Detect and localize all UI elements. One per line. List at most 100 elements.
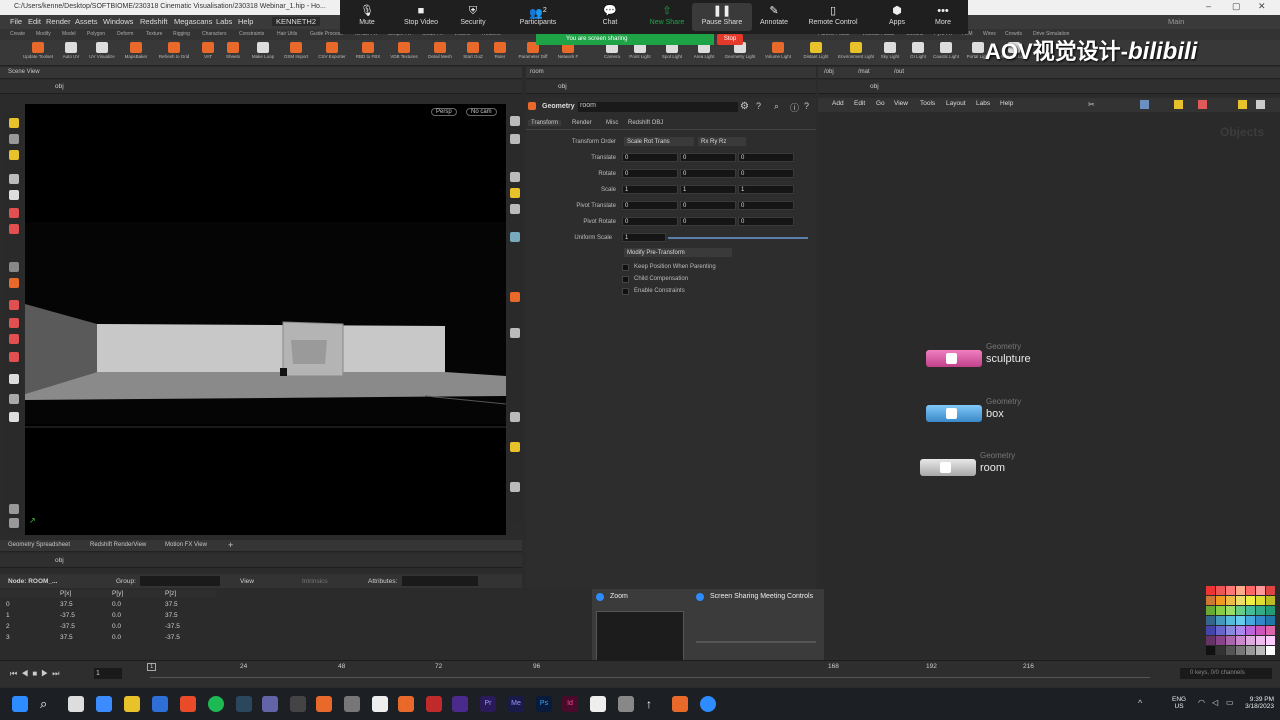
persp-menu[interactable]: Persp: [431, 108, 457, 116]
settings-icon[interactable]: [9, 518, 19, 528]
tab-out[interactable]: /out: [894, 69, 904, 75]
menu-layout[interactable]: Layout: [946, 100, 966, 107]
background-icon[interactable]: [510, 482, 520, 492]
info-icon[interactable]: [1256, 100, 1265, 109]
lock-icon[interactable]: [9, 190, 19, 200]
shelf-tool[interactable]: Refresh to Grid: [156, 42, 192, 66]
keep-position-checkbox[interactable]: [622, 264, 629, 271]
menu-help[interactable]: Help: [1000, 100, 1013, 107]
sculpt-icon[interactable]: [9, 318, 19, 328]
widgets-icon[interactable]: [96, 696, 112, 712]
mute-button[interactable]: 🎙 Mute: [337, 3, 397, 26]
path-field[interactable]: obj: [55, 557, 64, 564]
menu-redshift[interactable]: Redshift: [140, 17, 168, 26]
shelf-tool[interactable]: Volume Light: [760, 42, 796, 66]
pause-share-button[interactable]: ❚❚ Pause Share: [692, 3, 752, 31]
security-button[interactable]: ⛨ Security: [443, 3, 503, 26]
group-field[interactable]: [140, 576, 220, 586]
menu-go[interactable]: Go: [876, 100, 885, 107]
photoshop-icon[interactable]: Ps: [536, 696, 552, 712]
pivot-translate-x-field[interactable]: 0: [622, 201, 678, 210]
teams-icon[interactable]: [262, 696, 278, 712]
menu-help[interactable]: Help: [238, 17, 253, 26]
shelf-tab[interactable]: Create: [10, 31, 25, 37]
zoom-app-icon[interactable]: [700, 696, 716, 712]
rotate-x-field[interactable]: 0: [622, 169, 678, 178]
grid-view-icon[interactable]: [1140, 100, 1149, 109]
shelf-tool[interactable]: VDB Textures: [386, 42, 422, 66]
add-tab-icon[interactable]: +: [228, 540, 233, 550]
remote-control-button[interactable]: ▯ Remote Control: [803, 3, 863, 26]
chat-button[interactable]: 💬 Chat: [580, 3, 640, 26]
windows-start-icon[interactable]: [12, 696, 28, 712]
app-icon[interactable]: [618, 696, 634, 712]
shelf-tool[interactable]: Network F: [550, 42, 586, 66]
tab-scene-view[interactable]: Scene View: [8, 69, 40, 75]
search-icon[interactable]: ⌕: [40, 696, 56, 712]
intrinsics-menu[interactable]: Intrinsics: [302, 578, 328, 585]
light-toggle-icon[interactable]: [510, 172, 520, 182]
controls-thumbnail[interactable]: [696, 641, 816, 643]
3d-viewport[interactable]: Persp No cam ↗: [25, 104, 506, 535]
shelf-tool[interactable]: Make Loop: [245, 42, 281, 66]
close-icon[interactable]: ✕: [1258, 1, 1266, 12]
houdini-icon[interactable]: [316, 696, 332, 712]
transform-order-menu[interactable]: Scale Rot Trans: [624, 137, 694, 146]
tab-misc[interactable]: Misc: [606, 120, 618, 126]
menu-add[interactable]: Add: [832, 100, 844, 107]
pivot-rotate-y-field[interactable]: 0: [680, 217, 736, 226]
child-compensation-checkbox[interactable]: [622, 276, 629, 283]
path-field[interactable]: obj: [55, 83, 64, 90]
start-frame-marker[interactable]: 1: [147, 663, 157, 671]
menu-megascans[interactable]: Megascans: [174, 17, 212, 26]
app-icon[interactable]: [290, 696, 306, 712]
indesign-icon[interactable]: Id: [562, 696, 578, 712]
menu-labs[interactable]: Labs: [976, 100, 990, 107]
tab-obj[interactable]: /obj: [824, 69, 834, 75]
table-row[interactable]: 0 37.5 0.0 37.5: [0, 601, 216, 611]
upload-icon[interactable]: ↑: [646, 696, 662, 712]
menu-view[interactable]: View: [894, 100, 908, 107]
wireframe-icon[interactable]: [510, 204, 520, 214]
light-icon[interactable]: [9, 412, 19, 422]
shelf-tab[interactable]: Rigging: [173, 31, 190, 37]
scale-y-field[interactable]: 1: [680, 185, 736, 194]
folder-icon[interactable]: [1174, 100, 1183, 109]
table-row[interactable]: 1 -37.5 0.0 37.5: [0, 612, 216, 622]
shelf-tab[interactable]: Hair Utils: [277, 31, 297, 37]
brush-icon[interactable]: [9, 278, 19, 288]
maximize-icon[interactable]: ▢: [1232, 1, 1241, 12]
tools-icon[interactable]: ✂: [1088, 100, 1095, 109]
search-icon[interactable]: ⌕: [774, 101, 779, 112]
select-tool-icon[interactable]: [9, 118, 19, 128]
language-indicator[interactable]: ENG US: [1172, 696, 1186, 710]
rotate-order-menu[interactable]: Rx Ry Rz: [698, 137, 746, 146]
menu-file[interactable]: File: [10, 17, 22, 26]
tab-redshift-obj[interactable]: Redshift OBJ: [628, 120, 663, 126]
app-icon[interactable]: [372, 696, 388, 712]
node-name-field[interactable]: room: [578, 102, 738, 112]
normals-icon[interactable]: [510, 412, 520, 422]
scale-z-field[interactable]: 1: [738, 185, 794, 194]
node-room[interactable]: [920, 459, 976, 476]
uniform-scale-field[interactable]: 1: [622, 233, 666, 242]
color-palette[interactable]: [1206, 586, 1278, 658]
pivot-rotate-x-field[interactable]: 0: [622, 217, 678, 226]
app-icon[interactable]: [590, 696, 606, 712]
rotate-tool-icon[interactable]: [9, 150, 19, 160]
chevron-up-icon[interactable]: ^: [1138, 698, 1142, 708]
translate-x-field[interactable]: 0: [622, 153, 678, 162]
node-sculpture[interactable]: [926, 350, 982, 367]
move-tool-icon[interactable]: [9, 134, 19, 144]
file-explorer-icon[interactable]: [124, 696, 140, 712]
shelf-tool[interactable]: MapsBaker: [118, 42, 154, 66]
tab-geometry-spreadsheet[interactable]: Geometry Spreadsheet: [8, 542, 70, 548]
meeting-controls-tab[interactable]: Screen Sharing Meeting Controls: [710, 593, 813, 600]
table-row[interactable]: 3 37.5 0.0 -37.5: [0, 634, 216, 644]
uniform-scale-slider[interactable]: [668, 237, 808, 239]
tab-transform[interactable]: Transform: [528, 120, 562, 126]
snap-grid-icon[interactable]: [9, 352, 19, 362]
pose-tool-icon[interactable]: [9, 174, 19, 184]
grid-icon[interactable]: [510, 232, 520, 242]
blender-icon[interactable]: [398, 696, 414, 712]
